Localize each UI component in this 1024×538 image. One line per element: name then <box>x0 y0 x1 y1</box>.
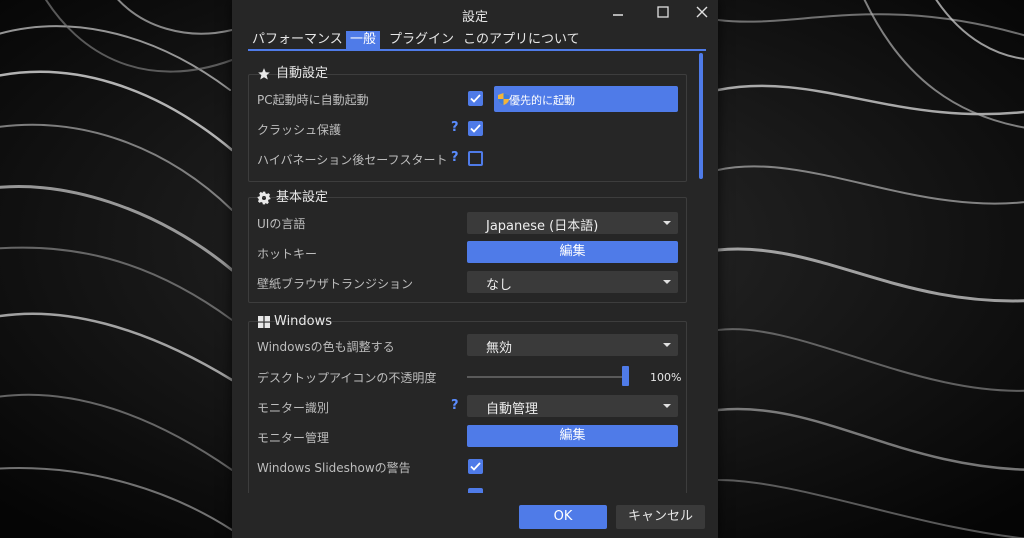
icon-opacity-slider[interactable] <box>467 376 625 378</box>
chevron-down-icon <box>663 343 671 347</box>
checkmark-icon <box>470 124 481 133</box>
cancel-button[interactable]: キャンセル <box>616 505 705 529</box>
tab-performance[interactable]: パフォーマンス <box>252 31 343 49</box>
autostart-label: PC起動時に自動起動 <box>257 93 369 107</box>
gear-icon <box>257 191 271 205</box>
monitor-id-select[interactable]: 自動管理 <box>467 395 678 417</box>
settings-window: 設定 パフォーマンス 一般 プラグイン このアプリについて 自動設定 PC起動時… <box>232 0 718 538</box>
monitor-management-edit-button[interactable]: 編集 <box>467 425 678 447</box>
close-button[interactable] <box>690 6 714 24</box>
windows-settings-title: Windows <box>274 314 333 329</box>
slideshow-warning-label: Windows Slideshowの警告 <box>257 461 411 475</box>
wallpaper-transition-label: 壁紙ブラウザトランジション <box>257 277 414 291</box>
checkmark-icon <box>470 462 481 471</box>
ui-language-value: Japanese (日本語) <box>486 219 599 234</box>
crash-protection-help-icon[interactable]: ? <box>451 120 459 135</box>
windows-color-label: Windowsの色も調整する <box>257 340 395 354</box>
ui-language-label: UIの言語 <box>257 217 306 231</box>
hotkey-label: ホットキー <box>257 247 318 261</box>
safe-start-help-icon[interactable]: ? <box>451 150 459 165</box>
icon-opacity-label: デスクトップアイコンの不透明度 <box>257 371 437 385</box>
tab-plugins[interactable]: プラグイン <box>389 31 454 49</box>
tab-general[interactable]: 一般 <box>346 31 381 49</box>
tab-about[interactable]: このアプリについて <box>463 31 580 49</box>
partial-checkbox[interactable] <box>468 488 483 493</box>
windows-color-select[interactable]: 無効 <box>467 334 678 356</box>
chevron-down-icon <box>663 221 671 225</box>
ui-language-select[interactable]: Japanese (日本語) <box>467 212 678 234</box>
safe-start-checkbox[interactable] <box>468 151 483 166</box>
ok-button[interactable]: OK <box>519 505 607 529</box>
monitor-id-value: 自動管理 <box>486 402 539 417</box>
minimize-icon <box>613 14 623 16</box>
checkmark-icon <box>470 94 481 103</box>
scrollbar-thumb[interactable] <box>699 53 703 179</box>
icon-opacity-slider-handle[interactable] <box>621 366 629 386</box>
title-bar[interactable]: 設定 <box>232 0 718 30</box>
chevron-down-icon <box>663 404 671 408</box>
icon-opacity-value: 100% <box>650 371 682 384</box>
maximize-button[interactable] <box>651 6 675 24</box>
crash-protection-checkbox[interactable] <box>468 121 483 136</box>
priority-start-button[interactable]: 優先的に起動 <box>494 86 678 112</box>
monitor-management-label: モニター管理 <box>257 431 330 445</box>
hotkey-edit-button[interactable]: 編集 <box>467 241 678 263</box>
auto-settings-title: 自動設定 <box>276 66 329 81</box>
window-title: 設定 <box>461 10 488 25</box>
crash-protection-label: クラッシュ保護 <box>257 123 342 137</box>
chevron-down-icon <box>663 280 671 284</box>
wallpaper-transition-value: なし <box>486 278 513 293</box>
settings-content[interactable]: 自動設定 PC起動時に自動起動 優先的に起動 クラッシュ保護 ? ハイバネーショ… <box>232 51 718 493</box>
wallpaper-transition-select[interactable]: なし <box>467 271 678 293</box>
monitor-id-label: モニター識別 <box>257 401 330 415</box>
star-icon <box>258 68 270 80</box>
minimize-button[interactable] <box>606 6 630 24</box>
slideshow-warning-checkbox[interactable] <box>468 459 483 474</box>
close-icon <box>696 6 708 18</box>
monitor-id-help-icon[interactable]: ? <box>451 398 459 413</box>
basic-settings-title: 基本設定 <box>276 190 329 205</box>
maximize-icon <box>657 6 669 18</box>
safe-start-label: ハイバネーション後セーフスタート <box>257 153 448 167</box>
windows-color-value: 無効 <box>486 341 513 356</box>
windows-logo-icon <box>258 316 270 328</box>
autostart-checkbox[interactable] <box>468 91 483 106</box>
priority-start-label: 優先的に起動 <box>509 94 575 107</box>
